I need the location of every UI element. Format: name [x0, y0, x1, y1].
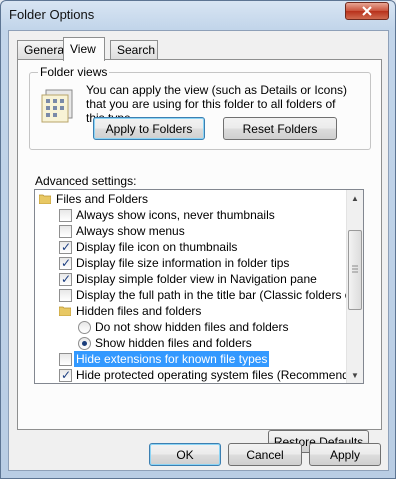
checkbox-checked[interactable]: ✓ [59, 256, 72, 270]
folder-options-window: Folder Options General View Search Folde… [0, 0, 396, 479]
radio-dot-icon [82, 341, 87, 346]
grip-icon [352, 265, 358, 273]
option-file-icon-thumbnails[interactable]: ✓ Display file icon on thumbnails [35, 239, 347, 255]
checkbox-checked[interactable]: ✓ [59, 368, 72, 382]
option-file-size-folder-tips[interactable]: ✓ Display file size information in folde… [35, 255, 347, 271]
tree-folder-label: Hidden files and folders [76, 304, 202, 318]
window-title: Folder Options [9, 7, 95, 22]
check-icon: ✓ [61, 240, 72, 254]
tree-folder-files-and-folders[interactable]: Files and Folders [35, 191, 347, 207]
apply-to-folders-button[interactable]: Apply to Folders [93, 117, 205, 140]
option-show-hidden[interactable]: Show hidden files and folders [35, 335, 347, 351]
advanced-settings-label: Advanced settings: [35, 174, 137, 188]
option-label: Display file size information in folder … [76, 256, 290, 270]
option-label: Show hidden files and folders [95, 336, 252, 350]
tree-folder-hidden-files[interactable]: Hidden files and folders [35, 303, 347, 319]
option-always-show-icons[interactable]: Always show icons, never thumbnails [35, 207, 347, 223]
close-icon [362, 6, 372, 16]
check-icon: ✓ [61, 368, 72, 382]
tree-folder-label: Files and Folders [56, 192, 149, 206]
option-label: Display simple folder view in Navigation… [76, 272, 317, 286]
folder-views-group: Folder views You can apply the view (suc… [29, 65, 371, 150]
tab-search[interactable]: Search [110, 40, 158, 60]
radio-button-selected[interactable] [78, 337, 91, 350]
scroll-up-icon[interactable]: ▲ [347, 190, 363, 206]
folder-views-label: Folder views [38, 65, 110, 79]
dialog-client: General View Search Folder views You can… [8, 30, 389, 471]
scroll-down-icon[interactable]: ▼ [347, 367, 363, 383]
reset-folders-button[interactable]: Reset Folders [223, 117, 337, 140]
check-icon: ✓ [61, 256, 72, 270]
scrollbar-thumb[interactable] [348, 230, 362, 310]
option-label: Hide protected operating system files (R… [76, 368, 364, 382]
folder-icon [59, 306, 71, 316]
folder-views-icon [40, 87, 74, 123]
folder-icon [39, 194, 51, 204]
tab-general[interactable]: General [17, 40, 67, 60]
option-label: Display the full path in the title bar (… [76, 288, 364, 302]
option-full-path-title-bar[interactable]: Display the full path in the title bar (… [35, 287, 363, 303]
apply-button[interactable]: Apply [309, 443, 381, 466]
option-hide-protected-files[interactable]: ✓ Hide protected operating system files … [35, 367, 363, 383]
checkbox-checked[interactable]: ✓ [59, 272, 72, 286]
checkbox[interactable] [59, 289, 72, 302]
checkbox-checked[interactable]: ✓ [59, 240, 72, 254]
advanced-settings-list[interactable]: Files and Folders Always show icons, nev… [34, 189, 364, 384]
tab-view[interactable]: View [63, 37, 105, 61]
option-simple-folder-view[interactable]: ✓ Display simple folder view in Navigati… [35, 271, 347, 287]
option-label: Display file icon on thumbnails [76, 240, 238, 254]
vertical-scrollbar[interactable]: ▲ ▼ [346, 190, 363, 383]
checkbox[interactable] [59, 225, 72, 238]
close-button[interactable] [345, 2, 389, 20]
radio-button[interactable] [78, 321, 91, 334]
ok-button[interactable]: OK [149, 443, 221, 466]
title-bar[interactable]: Folder Options [1, 1, 395, 29]
checkbox[interactable] [59, 209, 72, 222]
option-hide-extensions[interactable]: Hide extensions for known file types [35, 351, 347, 367]
option-label: Always show icons, never thumbnails [76, 208, 275, 222]
option-label: Always show menus [76, 224, 185, 238]
cancel-button[interactable]: Cancel [228, 443, 302, 466]
option-label: Do not show hidden files and folders [95, 320, 289, 334]
checkbox[interactable] [59, 353, 72, 366]
check-icon: ✓ [61, 272, 72, 286]
view-tab-panel: Folder views You can apply the view (suc… [17, 59, 382, 453]
option-do-not-show-hidden[interactable]: Do not show hidden files and folders [35, 319, 347, 335]
option-label-selected: Hide extensions for known file types [74, 351, 270, 367]
option-always-show-menus[interactable]: Always show menus [35, 223, 347, 239]
